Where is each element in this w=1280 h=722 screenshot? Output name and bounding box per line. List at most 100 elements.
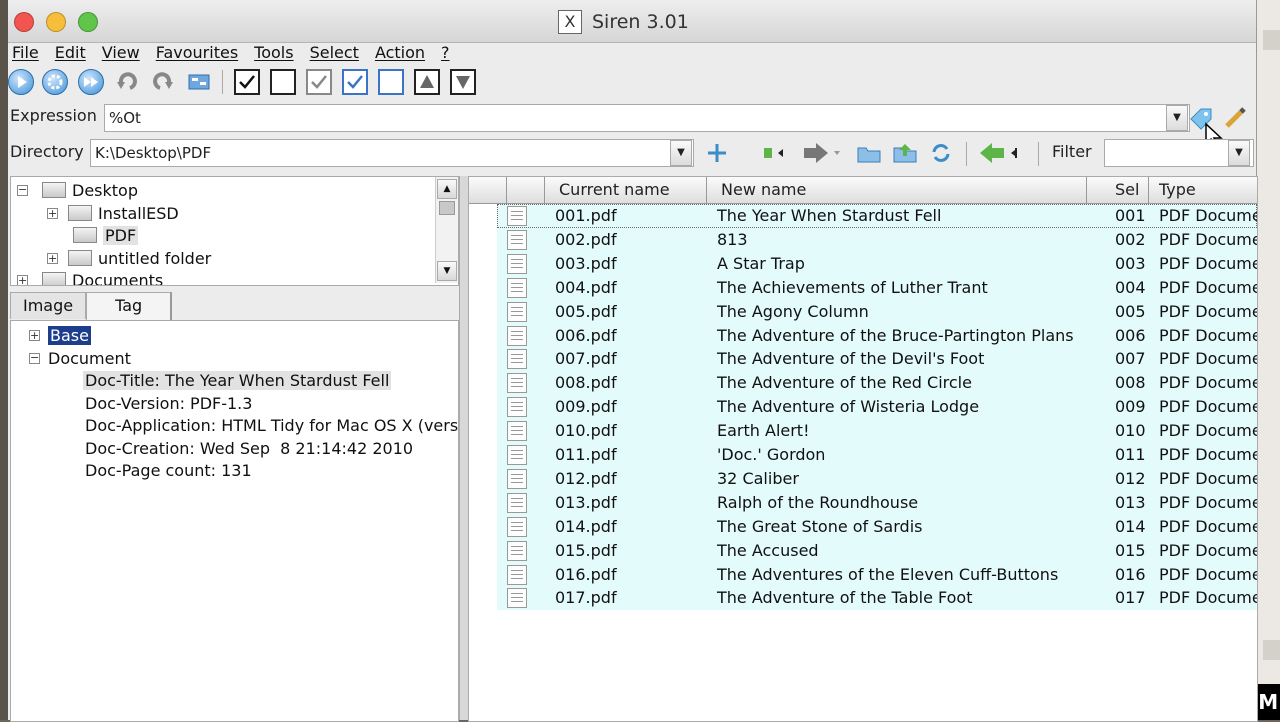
sel-cell: 006	[1115, 325, 1146, 345]
tag-entry[interactable]: Doc-Version: PDF-1.3	[85, 392, 252, 414]
sel-cell: 014	[1115, 516, 1146, 536]
tag-node-document[interactable]: − Document	[29, 347, 131, 369]
menu-file[interactable]: File	[8, 42, 47, 66]
expand-icon[interactable]: +	[29, 329, 40, 341]
back-arrow-icon[interactable]	[978, 140, 1024, 166]
file-row[interactable]: 014.pdf The Great Stone of Sardis 014 PDF D…	[497, 514, 1257, 539]
sel-cell: 010	[1115, 421, 1146, 441]
pencil-edit-icon[interactable]	[1222, 105, 1248, 131]
tree-item-untitled-folder[interactable]: + untitled folder	[47, 247, 211, 269]
expand-icon[interactable]: +	[17, 274, 28, 285]
file-row[interactable]: 006.pdf The Adventure of the Bruce-Partin…	[497, 323, 1257, 348]
filter-dropdown-button[interactable]: ▼	[1228, 140, 1250, 166]
menu-tools[interactable]: Tools	[246, 42, 301, 66]
move-down-icon[interactable]	[450, 69, 476, 95]
select-none-checkbox-icon[interactable]	[270, 69, 296, 95]
file-row[interactable]: 007.pdf The Adventure of the Devil's Foot…	[497, 347, 1257, 372]
play-icon[interactable]	[8, 69, 34, 95]
document-file-icon	[507, 325, 527, 346]
menu-action[interactable]: Action	[367, 42, 433, 66]
tag-node-base[interactable]: + Base	[29, 324, 91, 346]
scroll-thumb[interactable]	[439, 201, 455, 215]
menu-select[interactable]: Select	[302, 42, 367, 66]
sel-cell: 011	[1115, 445, 1146, 464]
document-file-icon	[507, 206, 527, 226]
column-header-icon[interactable]	[507, 177, 545, 203]
expression-dropdown-button[interactable]: ▼	[1166, 105, 1188, 131]
open-folder-icon[interactable]	[856, 140, 882, 166]
expand-icon[interactable]: +	[47, 207, 58, 219]
column-header-current-name[interactable]: Current name	[545, 177, 707, 203]
collapse-icon[interactable]: −	[17, 184, 28, 196]
column-header-new-name[interactable]: New name	[707, 177, 1087, 203]
add-plus-icon[interactable]	[704, 140, 730, 166]
collapse-icon[interactable]: −	[29, 352, 40, 364]
tag-entry[interactable]: Doc-Application: HTML Tidy for Mac OS X …	[85, 414, 458, 436]
menu-view[interactable]: View	[94, 42, 148, 66]
expand-icon[interactable]: +	[47, 252, 58, 264]
close-window-button[interactable]	[14, 12, 34, 32]
undo-icon[interactable]	[114, 69, 140, 95]
scroll-up-icon[interactable]: ▲	[437, 179, 457, 199]
directory-dropdown-button[interactable]: ▼	[670, 140, 692, 166]
tree-item-pdf[interactable]: PDF	[73, 224, 139, 246]
navigate-green-icon[interactable]	[760, 140, 786, 166]
zoom-window-button[interactable]	[78, 12, 98, 32]
tag-entry[interactable]: Doc-Creation: Wed Sep 8 21:14:42 2010	[85, 437, 413, 459]
file-row[interactable]: 004.pdf The Achievements of Luther Trant 0…	[497, 275, 1257, 300]
forward-arrow-icon[interactable]	[802, 140, 840, 166]
expression-input[interactable]: %Ot	[104, 104, 1190, 132]
sel-cell: 004	[1115, 277, 1146, 297]
tag-entry[interactable]: Doc-Page count: 131	[85, 459, 252, 481]
file-row[interactable]: 001.pdf The Year When Stardust Fell 001 PDF…	[497, 204, 1257, 228]
tree-scrollbar[interactable]: ▲ ▼	[435, 177, 458, 283]
file-row[interactable]: 008.pdf The Adventure of the Red Circle 00…	[497, 371, 1257, 396]
select-checked-gray-icon[interactable]	[306, 69, 332, 95]
file-row[interactable]: 013.pdf Ralph of the Roundhouse 013 PDF Doc…	[497, 490, 1258, 515]
refresh-icon[interactable]	[928, 140, 954, 166]
tab-image[interactable]: Image	[10, 292, 87, 319]
column-header-type[interactable]: Type	[1149, 177, 1257, 203]
tag-entry[interactable]: Doc-Title: The Year When Stardust Fell	[83, 369, 392, 391]
menu-help[interactable]: ?	[433, 42, 458, 66]
document-file-icon	[507, 492, 527, 513]
menu-edit[interactable]: Edit	[47, 42, 94, 66]
file-row[interactable]: 010.pdf Earth Alert! 010 PDF Docume	[497, 419, 1257, 444]
column-header-blank[interactable]	[469, 177, 507, 203]
tree-item-installesd[interactable]: + InstallESD	[47, 202, 179, 224]
new-name-cell: 813	[717, 229, 748, 249]
move-up-icon[interactable]	[414, 69, 440, 95]
type-cell: PDF Docume	[1159, 492, 1258, 512]
fast-forward-icon[interactable]	[78, 69, 104, 95]
file-row[interactable]: 011.pdf 'Doc.' Gordon 011 PDF Docume	[497, 443, 1257, 467]
select-all-checkbox-icon[interactable]	[234, 69, 260, 95]
siren-window: X Siren 3.01 File Edit View Favourites T…	[8, 0, 1258, 722]
file-row[interactable]: 003.pdf A Star Trap 003 PDF Docume	[497, 251, 1257, 276]
batch-rename-icon[interactable]	[186, 69, 212, 95]
tree-item-label: InstallESD	[98, 203, 179, 223]
title-bar[interactable]: X Siren 3.01	[8, 0, 1256, 43]
tree-item-documents[interactable]: + Documents	[17, 269, 164, 286]
settings-gear-icon[interactable]	[42, 69, 68, 95]
file-row[interactable]: 012.pdf 32 Caliber 012 PDF Docume	[497, 466, 1257, 491]
file-row[interactable]: 002.pdf 813 002 PDF Docume	[497, 227, 1257, 252]
file-row[interactable]: 016.pdf The Adventures of the Eleven Cuff…	[497, 562, 1257, 587]
minimize-window-button[interactable]	[46, 12, 66, 32]
file-row[interactable]: 015.pdf The Accused 015 PDF Docume	[497, 538, 1257, 563]
file-row[interactable]: 005.pdf The Agony Column 005 PDF Docume	[497, 299, 1257, 324]
menu-favourites[interactable]: Favourites	[148, 42, 246, 66]
tab-tag[interactable]: Tag	[86, 292, 173, 321]
folder-icon	[73, 227, 97, 243]
new-name-cell: The Adventure of the Devil's Foot	[717, 349, 985, 369]
column-header-sel[interactable]: Sel	[1087, 177, 1149, 203]
tree-item-label: Documents	[72, 270, 164, 286]
select-checked-blue-icon[interactable]	[342, 69, 368, 95]
file-row[interactable]: 009.pdf The Adventure of Wisteria Lodge 00…	[497, 395, 1257, 420]
invert-selection-icon[interactable]	[378, 69, 404, 95]
file-row[interactable]: 017.pdf The Adventure of the Table Foot 01…	[497, 586, 1257, 611]
tree-item-desktop[interactable]: − Desktop	[17, 179, 138, 201]
folder-up-icon[interactable]	[892, 140, 918, 166]
redo-icon[interactable]	[150, 69, 176, 95]
directory-input[interactable]: K:\Desktop\PDF	[90, 139, 694, 167]
scroll-down-icon[interactable]: ▼	[437, 261, 457, 281]
